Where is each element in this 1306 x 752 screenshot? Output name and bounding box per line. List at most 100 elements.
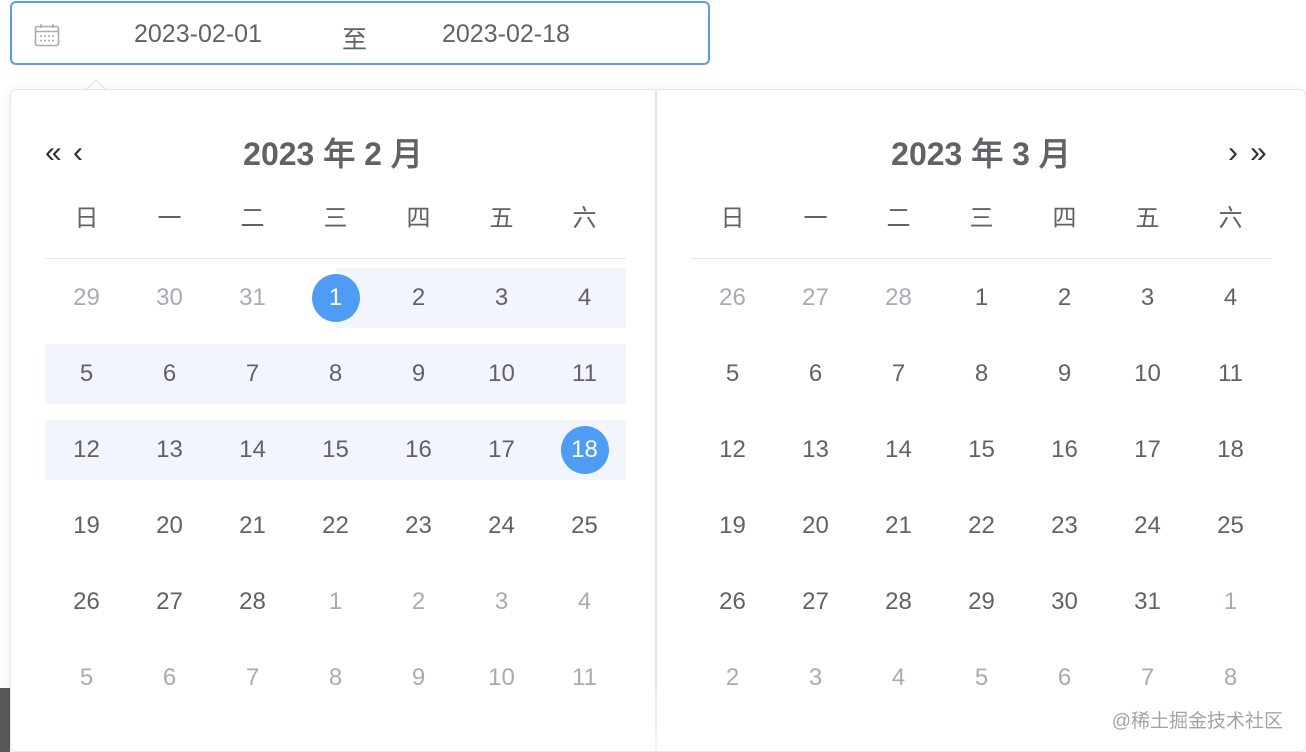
date-cell[interactable]: 2: [377, 572, 460, 632]
date-cell[interactable]: 28: [857, 268, 940, 328]
date-cell[interactable]: 28: [211, 572, 294, 632]
date-number: 7: [891, 360, 906, 387]
date-cell[interactable]: 25: [543, 496, 626, 556]
date-cell[interactable]: 8: [1189, 648, 1272, 708]
date-cell[interactable]: 9: [377, 648, 460, 708]
date-cell[interactable]: 14: [211, 420, 294, 480]
date-number: 29: [73, 284, 100, 311]
date-cell[interactable]: 31: [1106, 572, 1189, 632]
date-cell[interactable]: 3: [1106, 268, 1189, 328]
date-cell[interactable]: 1: [940, 268, 1023, 328]
date-cell[interactable]: 2: [1023, 268, 1106, 328]
date-cell[interactable]: 16: [377, 420, 460, 480]
date-cell[interactable]: 1: [294, 572, 377, 632]
date-cell[interactable]: 8: [940, 344, 1023, 404]
date-cell[interactable]: 12: [45, 420, 128, 480]
date-cell[interactable]: 14: [857, 420, 940, 480]
date-cell[interactable]: 8: [294, 648, 377, 708]
date-cell[interactable]: 20: [128, 496, 211, 556]
date-number: 21: [885, 512, 912, 539]
date-cell[interactable]: 2: [691, 648, 774, 708]
date-cell[interactable]: 21: [857, 496, 940, 556]
date-cell[interactable]: 6: [774, 344, 857, 404]
date-cell[interactable]: 7: [211, 344, 294, 404]
date-cell[interactable]: 5: [45, 648, 128, 708]
selected-date-cell[interactable]: 18: [543, 420, 626, 480]
date-cell[interactable]: 9: [1023, 344, 1106, 404]
date-cell[interactable]: 29: [940, 572, 1023, 632]
date-cell[interactable]: 12: [691, 420, 774, 480]
date-number: 7: [245, 664, 260, 691]
date-cell[interactable]: 16: [1023, 420, 1106, 480]
next-month-button[interactable]: ›: [1228, 138, 1238, 168]
date-cell[interactable]: 15: [940, 420, 1023, 480]
date-cell[interactable]: 8: [294, 344, 377, 404]
date-cell[interactable]: 10: [460, 344, 543, 404]
start-date-input[interactable]: 2023-02-01: [134, 20, 262, 49]
date-cell[interactable]: 2: [377, 268, 460, 328]
date-cell[interactable]: 13: [128, 420, 211, 480]
date-cell[interactable]: 26: [45, 572, 128, 632]
date-cell[interactable]: 15: [294, 420, 377, 480]
date-cell[interactable]: 27: [774, 572, 857, 632]
date-cell[interactable]: 10: [460, 648, 543, 708]
date-cell[interactable]: 11: [543, 648, 626, 708]
date-cell[interactable]: 7: [211, 648, 294, 708]
date-cell[interactable]: 7: [857, 344, 940, 404]
selected-date-cell[interactable]: 1: [294, 268, 377, 328]
date-cell[interactable]: 5: [940, 648, 1023, 708]
weekday-label: 四: [1052, 205, 1077, 232]
date-number: 9: [411, 664, 426, 691]
date-cell[interactable]: 7: [1106, 648, 1189, 708]
date-cell[interactable]: 17: [460, 420, 543, 480]
date-cell[interactable]: 11: [1189, 344, 1272, 404]
date-cell[interactable]: 4: [543, 572, 626, 632]
date-cell[interactable]: 17: [1106, 420, 1189, 480]
end-date-input[interactable]: 2023-02-18: [442, 20, 570, 49]
date-cell[interactable]: 27: [774, 268, 857, 328]
date-cell[interactable]: 6: [128, 648, 211, 708]
date-cell[interactable]: 29: [45, 268, 128, 328]
date-cell[interactable]: 4: [543, 268, 626, 328]
date-cell[interactable]: 22: [940, 496, 1023, 556]
date-grid: 26 27 28 1 2 3 4 5 6 7 8 9 10 11 12 13 14 15 16 17 18 19 20 21 2…: [691, 268, 1272, 724]
date-cell[interactable]: 26: [691, 572, 774, 632]
date-cell[interactable]: 31: [211, 268, 294, 328]
date-cell[interactable]: 9: [377, 344, 460, 404]
week-row: 29 30 31 1 2 3 4: [45, 268, 626, 328]
date-cell[interactable]: 26: [691, 268, 774, 328]
date-cell[interactable]: 11: [543, 344, 626, 404]
date-cell[interactable]: 23: [377, 496, 460, 556]
date-cell[interactable]: 3: [460, 268, 543, 328]
date-cell[interactable]: 5: [691, 344, 774, 404]
date-cell[interactable]: 21: [211, 496, 294, 556]
date-cell[interactable]: 27: [128, 572, 211, 632]
date-cell[interactable]: 6: [128, 344, 211, 404]
date-cell[interactable]: 30: [1023, 572, 1106, 632]
weekday-label: 三: [969, 205, 994, 232]
date-cell[interactable]: 22: [294, 496, 377, 556]
date-cell[interactable]: 5: [45, 344, 128, 404]
date-cell[interactable]: 4: [857, 648, 940, 708]
date-cell[interactable]: 18: [1189, 420, 1272, 480]
date-cell[interactable]: 20: [774, 496, 857, 556]
date-cell[interactable]: 19: [45, 496, 128, 556]
date-cell[interactable]: 25: [1189, 496, 1272, 556]
date-cell[interactable]: 30: [128, 268, 211, 328]
date-cell[interactable]: 3: [460, 572, 543, 632]
next-year-button[interactable]: »: [1250, 138, 1267, 168]
date-cell[interactable]: 4: [1189, 268, 1272, 328]
date-cell[interactable]: 23: [1023, 496, 1106, 556]
date-range-input[interactable]: 2023-02-01 至 2023-02-18: [10, 1, 710, 65]
date-cell[interactable]: 1: [1189, 572, 1272, 632]
date-cell[interactable]: 24: [460, 496, 543, 556]
date-cell[interactable]: 19: [691, 496, 774, 556]
date-cell[interactable]: 6: [1023, 648, 1106, 708]
date-cell[interactable]: 10: [1106, 344, 1189, 404]
date-cell[interactable]: 13: [774, 420, 857, 480]
date-cell[interactable]: 28: [857, 572, 940, 632]
date-cell[interactable]: 3: [774, 648, 857, 708]
date-number: 5: [79, 360, 94, 387]
date-number: 2: [1057, 284, 1072, 311]
date-cell[interactable]: 24: [1106, 496, 1189, 556]
